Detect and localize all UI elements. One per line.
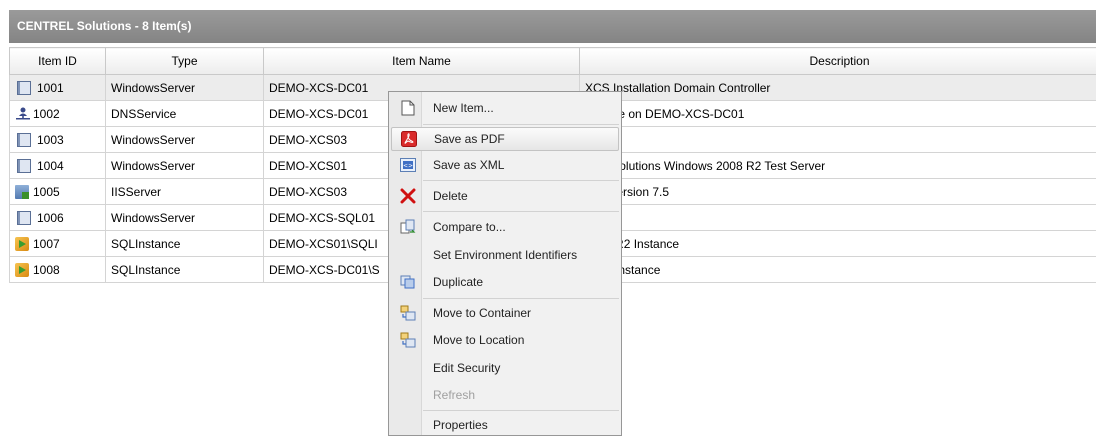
menu-label-save-as-pdf: Save as PDF — [434, 132, 505, 146]
compare-icon — [400, 219, 416, 235]
menu-item-save-as-xml[interactable]: <> Save as XML — [391, 153, 619, 177]
cell-type: SQLInstance — [106, 231, 264, 257]
menu-label-move-to-location: Move to Location — [433, 333, 524, 347]
menu-label-save-as-xml: Save as XML — [433, 158, 504, 172]
new-document-icon — [400, 100, 416, 116]
item-id: 1006 — [37, 211, 64, 225]
panel-title: CENTREL Solutions - 8 Item(s) — [17, 19, 191, 33]
cell-item-id: 1008 — [10, 257, 106, 283]
cell-item-id: 1004 — [10, 153, 106, 179]
cell-type: DNSService — [106, 101, 264, 127]
sql-instance-icon — [15, 237, 29, 251]
dns-service-icon — [15, 107, 29, 121]
item-id: 1003 — [37, 133, 64, 147]
svg-text:<>: <> — [403, 163, 413, 170]
menu-separator — [423, 124, 619, 125]
menu-label-delete: Delete — [433, 189, 468, 203]
cell-description — [580, 127, 1096, 153]
cell-type: WindowsServer — [106, 205, 264, 231]
column-header-description[interactable]: Description — [580, 48, 1096, 75]
menu-separator — [423, 211, 619, 212]
windows-server-icon — [17, 133, 31, 147]
menu-separator — [423, 298, 619, 299]
menu-item-set-environment-identifiers[interactable]: Set Environment Identifiers — [391, 243, 619, 267]
menu-separator — [423, 410, 619, 411]
iis-server-icon — [15, 185, 29, 199]
table-header-row: Item ID Type Item Name Description — [10, 48, 1096, 75]
windows-server-icon — [17, 211, 31, 225]
cell-type: WindowsServer — [106, 75, 264, 101]
menu-label-duplicate: Duplicate — [433, 275, 483, 289]
menu-item-move-to-location[interactable]: Move to Location — [391, 328, 619, 352]
pdf-icon — [401, 131, 417, 147]
panel-title-bar: CENTREL Solutions - 8 Item(s) — [9, 10, 1096, 43]
cell-description: 2008 R2 Instance — [580, 231, 1096, 257]
menu-item-duplicate[interactable]: Duplicate — [391, 270, 619, 294]
cell-description: Service on DEMO-XCS-DC01 — [580, 101, 1096, 127]
cell-item-id: 1001 — [10, 75, 106, 101]
cell-item-id: 1005 — [10, 179, 106, 205]
menu-label-move-to-container: Move to Container — [433, 306, 531, 320]
xml-icon: <> — [400, 157, 416, 173]
cell-type: IISServer — [106, 179, 264, 205]
cell-item-id: 1007 — [10, 231, 106, 257]
menu-item-move-to-container[interactable]: Move to Container — [391, 301, 619, 325]
menu-item-save-as-pdf[interactable]: Save as PDF — [391, 127, 619, 151]
context-menu: New Item... Save as PDF <> Save as XML D… — [388, 91, 622, 436]
cell-description: 2005 Instance — [580, 257, 1096, 283]
cell-type: WindowsServer — [106, 153, 264, 179]
item-id: 1005 — [33, 185, 60, 199]
menu-label-refresh: Refresh — [433, 388, 475, 402]
item-id: 1001 — [37, 81, 64, 95]
menu-item-edit-security[interactable]: Edit Security — [391, 356, 619, 380]
menu-item-delete[interactable]: Delete — [391, 184, 619, 208]
cell-description: XCS Installation Domain Controller — [580, 75, 1096, 101]
menu-item-refresh: Refresh — [391, 383, 619, 407]
column-header-item-name[interactable]: Item Name — [264, 48, 580, 75]
menu-item-properties[interactable]: Properties — [391, 413, 619, 437]
item-id: 1007 — [33, 237, 60, 251]
column-header-type[interactable]: Type — [106, 48, 264, 75]
cell-description — [580, 205, 1096, 231]
menu-separator — [423, 180, 619, 181]
item-id: 1004 — [37, 159, 64, 173]
menu-item-compare-to[interactable]: Compare to... — [391, 215, 619, 239]
cell-type: SQLInstance — [106, 257, 264, 283]
item-id: 1002 — [33, 107, 60, 121]
duplicate-icon — [400, 274, 416, 290]
move-icon — [400, 305, 416, 321]
move-icon — [400, 332, 416, 348]
sql-instance-icon — [15, 263, 29, 277]
menu-label-edit-security: Edit Security — [433, 361, 500, 375]
item-id: 1008 — [33, 263, 60, 277]
cell-description: rver Version 7.5 — [580, 179, 1096, 205]
menu-label-new-item: New Item... — [433, 101, 494, 115]
menu-label-set-environment-identifiers: Set Environment Identifiers — [433, 248, 577, 262]
windows-server-icon — [17, 159, 31, 173]
delete-x-icon — [400, 188, 416, 204]
cell-description: REL Solutions Windows 2008 R2 Test Serve… — [580, 153, 1096, 179]
cell-type: WindowsServer — [106, 127, 264, 153]
column-header-item-id[interactable]: Item ID — [10, 48, 106, 75]
menu-item-new-item[interactable]: New Item... — [391, 96, 619, 120]
cell-item-id: 1002 — [10, 101, 106, 127]
menu-label-properties: Properties — [433, 418, 488, 432]
menu-label-compare-to: Compare to... — [433, 220, 506, 234]
windows-server-icon — [17, 81, 31, 95]
cell-item-id: 1006 — [10, 205, 106, 231]
cell-item-id: 1003 — [10, 127, 106, 153]
